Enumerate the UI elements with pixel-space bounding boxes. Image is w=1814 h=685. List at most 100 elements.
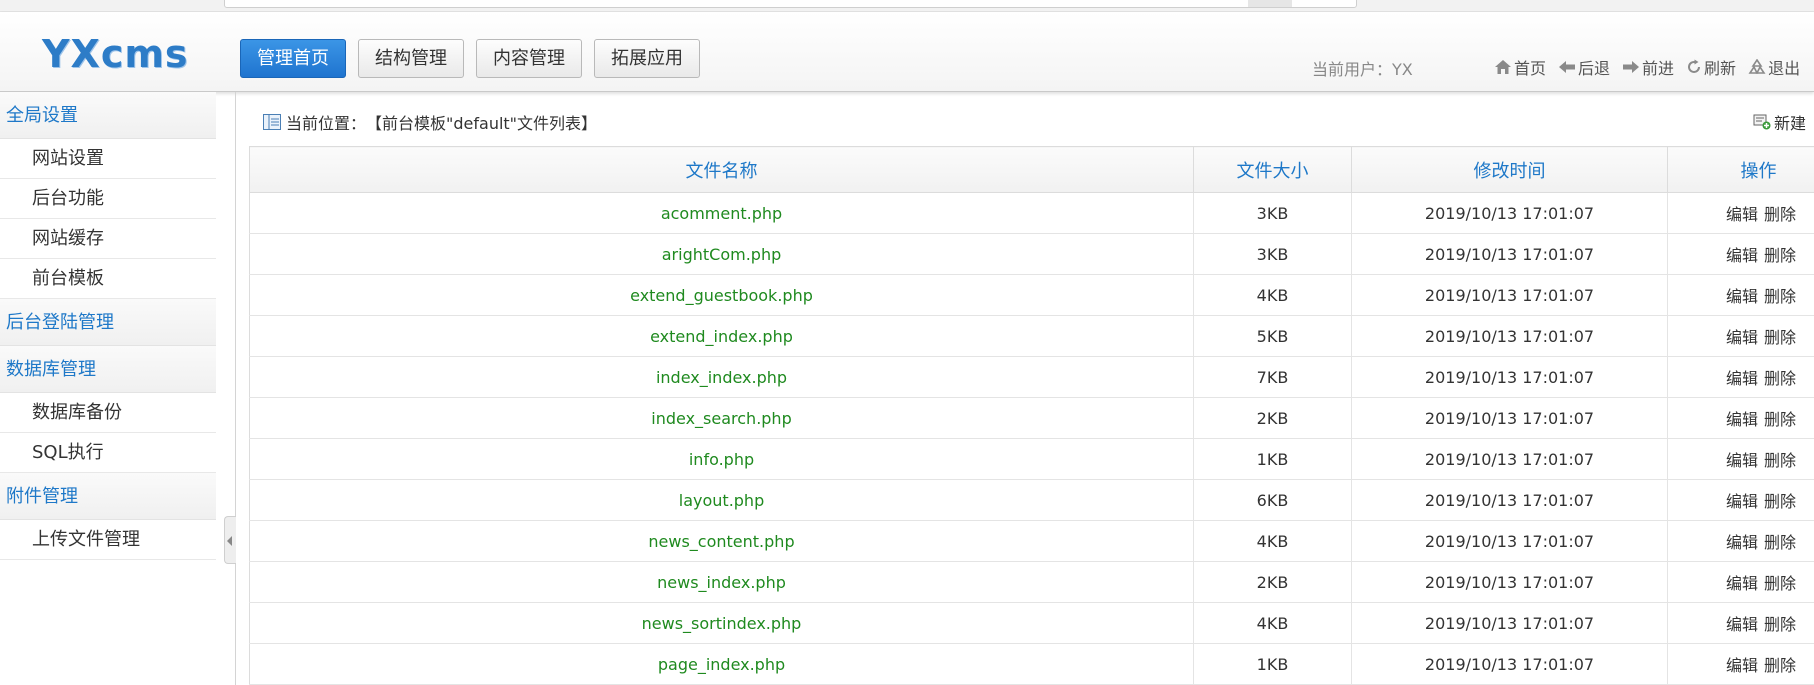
logo: YXcms — [42, 32, 189, 76]
delete-button[interactable]: 删除 — [1764, 205, 1796, 224]
edit-button[interactable]: 编辑 — [1726, 574, 1758, 593]
breadcrumb: 当前位置： 【前台模板"default"文件列表】 — [263, 110, 597, 134]
sidebar-item-admin-functions[interactable]: 后台功能 — [0, 179, 216, 219]
delete-button[interactable]: 删除 — [1764, 615, 1796, 634]
home-link[interactable]: 首页 — [1494, 55, 1546, 79]
sidebar-group-login-management[interactable]: 后台登陆管理 — [0, 299, 216, 346]
address-field-button[interactable] — [1248, 0, 1292, 7]
file-modified-time: 2019/10/13 17:01:07 — [1351, 561, 1668, 603]
sidebar-item-db-backup[interactable]: 数据库备份 — [0, 393, 216, 433]
file-name-link[interactable]: news_sortindex.php — [249, 602, 1194, 644]
file-modified-time: 2019/10/13 17:01:07 — [1351, 274, 1668, 316]
sidebar-item-sql-execute[interactable]: SQL执行 — [0, 433, 216, 473]
nav-extensions-button[interactable]: 拓展应用 — [594, 39, 700, 78]
edit-button[interactable]: 编辑 — [1726, 328, 1758, 347]
edit-button[interactable]: 编辑 — [1726, 369, 1758, 388]
sidebar-item-frontend-templates[interactable]: 前台模板 — [0, 259, 216, 299]
breadcrumb-value: 【前台模板"default"文件列表】 — [366, 114, 598, 133]
file-size: 5KB — [1193, 315, 1352, 357]
sidebar-collapse-handle[interactable] — [224, 516, 236, 564]
file-name-link[interactable]: extend_guestbook.php — [249, 274, 1194, 316]
edit-button[interactable]: 编辑 — [1726, 533, 1758, 552]
edit-button[interactable]: 编辑 — [1726, 492, 1758, 511]
forward-arrow-icon — [1623, 61, 1640, 73]
delete-button[interactable]: 删除 — [1764, 533, 1796, 552]
file-name-link[interactable]: extend_index.php — [249, 315, 1194, 357]
edit-button[interactable]: 编辑 — [1726, 410, 1758, 429]
row-actions: 编辑 删除 — [1667, 397, 1814, 439]
file-name-link[interactable]: news_content.php — [249, 520, 1194, 562]
file-modified-time: 2019/10/13 17:01:07 — [1351, 479, 1668, 521]
refresh-link[interactable]: 刷新 — [1686, 55, 1736, 79]
edit-button[interactable]: 编辑 — [1726, 205, 1758, 224]
nav-structure-button[interactable]: 结构管理 — [358, 39, 464, 78]
logout-link[interactable]: 退出 — [1748, 55, 1800, 79]
delete-button[interactable]: 删除 — [1764, 410, 1796, 429]
delete-button[interactable]: 删除 — [1764, 492, 1796, 511]
edit-button[interactable]: 编辑 — [1726, 246, 1758, 265]
forward-link[interactable]: 前进 — [1622, 55, 1674, 79]
file-size: 1KB — [1193, 438, 1352, 480]
file-modified-time: 2019/10/13 17:01:07 — [1351, 233, 1668, 275]
file-modified-time: 2019/10/13 17:01:07 — [1351, 438, 1668, 480]
file-name-link[interactable]: index_index.php — [249, 356, 1194, 398]
file-size: 4KB — [1193, 602, 1352, 644]
file-name-link[interactable]: acomment.php — [249, 192, 1194, 234]
row-actions: 编辑 删除 — [1667, 274, 1814, 316]
file-name-link[interactable]: page_index.php — [249, 643, 1194, 685]
back-link-label: 后退 — [1578, 59, 1611, 78]
file-modified-time: 2019/10/13 17:01:07 — [1351, 602, 1668, 644]
refresh-link-label: 刷新 — [1704, 59, 1737, 78]
delete-button[interactable]: 删除 — [1764, 369, 1796, 388]
sidebar-group-database[interactable]: 数据库管理 — [0, 346, 216, 393]
file-name-link[interactable]: news_index.php — [249, 561, 1194, 603]
sidebar-divider — [235, 92, 236, 685]
sidebar-item-site-cache[interactable]: 网站缓存 — [0, 219, 216, 259]
file-name-link[interactable]: layout.php — [249, 479, 1194, 521]
home-link-label: 首页 — [1514, 59, 1547, 78]
delete-button[interactable]: 删除 — [1764, 246, 1796, 265]
header: YXcms 管理首页 结构管理 内容管理 拓展应用 当前用户：YX 首页 后退 … — [0, 12, 1814, 92]
forward-link-label: 前进 — [1642, 59, 1675, 78]
delete-button[interactable]: 删除 — [1764, 656, 1796, 675]
edit-button[interactable]: 编辑 — [1726, 451, 1758, 470]
table-row: news_sortindex.php 4KB 2019/10/13 17:01:07… — [249, 602, 1814, 644]
nav-content-button[interactable]: 内容管理 — [476, 39, 582, 78]
refresh-icon — [1688, 59, 1701, 73]
sidebar-item-site-settings[interactable]: 网站设置 — [0, 139, 216, 179]
edit-button[interactable]: 编辑 — [1726, 656, 1758, 675]
file-name-link[interactable]: index_search.php — [249, 397, 1194, 439]
file-modified-time: 2019/10/13 17:01:07 — [1351, 397, 1668, 439]
recycle-icon — [1748, 59, 1766, 74]
file-size: 3KB — [1193, 233, 1352, 275]
row-actions: 编辑 删除 — [1667, 438, 1814, 480]
file-name-link[interactable]: arightCom.php — [249, 233, 1194, 275]
address-field[interactable] — [224, 0, 1357, 8]
sidebar-item-upload-files[interactable]: 上传文件管理 — [0, 520, 216, 560]
edit-button[interactable]: 编辑 — [1726, 615, 1758, 634]
breadcrumb-label: 当前位置： — [286, 114, 367, 133]
delete-button[interactable]: 删除 — [1764, 328, 1796, 347]
file-size: 7KB — [1193, 356, 1352, 398]
file-name-link[interactable]: info.php — [249, 438, 1194, 480]
file-size: 4KB — [1193, 520, 1352, 562]
file-modified-time: 2019/10/13 17:01:07 — [1351, 356, 1668, 398]
new-file-label: 新建 — [1773, 114, 1806, 133]
row-actions: 编辑 删除 — [1667, 315, 1814, 357]
file-size: 2KB — [1193, 397, 1352, 439]
column-header-actions: 操作 — [1667, 146, 1814, 193]
back-link[interactable]: 后退 — [1558, 55, 1610, 79]
table-row: page_index.php 1KB 2019/10/13 17:01:07 编辑 删除 — [249, 643, 1814, 685]
delete-button[interactable]: 删除 — [1764, 287, 1796, 306]
delete-button[interactable]: 删除 — [1764, 451, 1796, 470]
sidebar-group-global-settings[interactable]: 全局设置 — [0, 92, 216, 139]
table-row: extend_guestbook.php 4KB 2019/10/13 17:01:… — [249, 274, 1814, 316]
file-modified-time: 2019/10/13 17:01:07 — [1351, 315, 1668, 357]
new-file-button[interactable]: 新建 — [1753, 110, 1806, 134]
delete-button[interactable]: 删除 — [1764, 574, 1796, 593]
edit-button[interactable]: 编辑 — [1726, 287, 1758, 306]
table-row: index_search.php 2KB 2019/10/13 17:01:07 编辑… — [249, 397, 1814, 439]
nav-admin-home-button[interactable]: 管理首页 — [240, 39, 346, 78]
row-actions: 编辑 删除 — [1667, 233, 1814, 275]
sidebar-group-attachments[interactable]: 附件管理 — [0, 473, 216, 520]
